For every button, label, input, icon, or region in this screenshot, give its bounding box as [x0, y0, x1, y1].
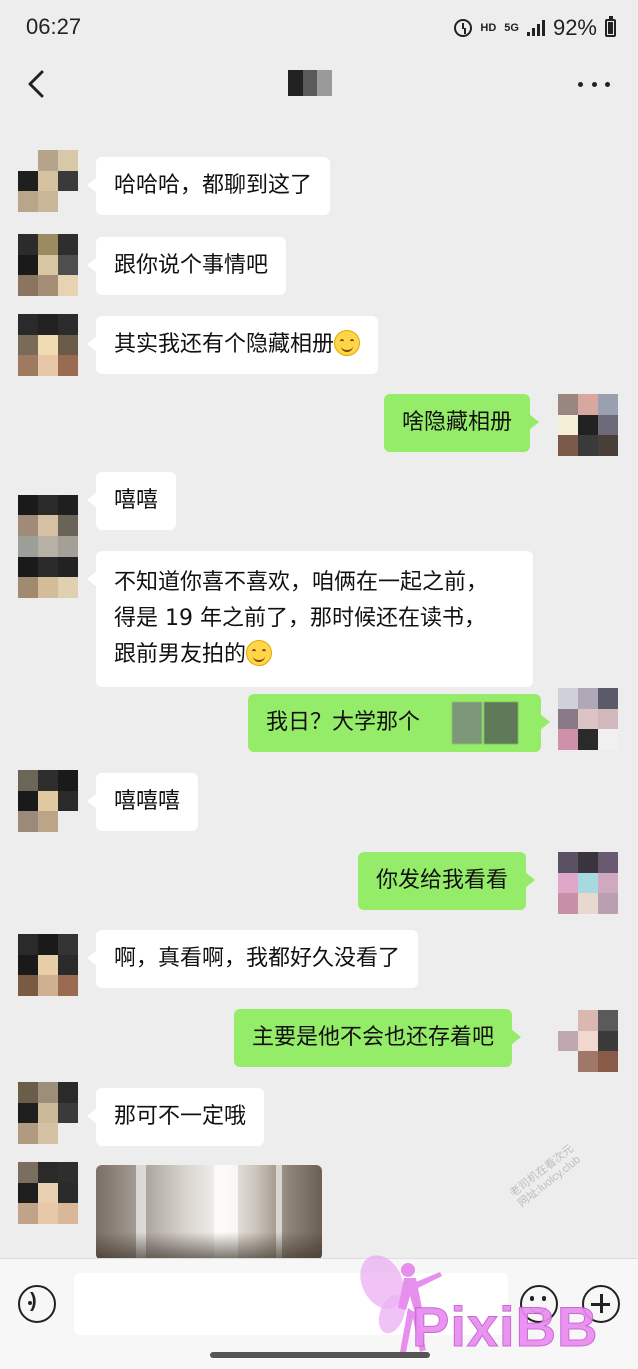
message-bubble[interactable]: 不知道你喜不喜欢，咱俩在一起之前， 得是 19 年之前了，那时候还在读书， 跟前… [87, 551, 533, 687]
message-text: 我日？大学那个 [266, 710, 421, 735]
contact-avatar[interactable] [18, 314, 78, 376]
status-bar: 06:27 HD 5G 92% [0, 0, 638, 56]
message-bubble[interactable]: 其实我还有个隐藏相册 [86, 316, 379, 374]
redacted-text [484, 702, 518, 744]
contact-avatar[interactable] [18, 234, 78, 296]
image-message[interactable] [96, 1165, 322, 1260]
hd-indicator: HD [480, 22, 497, 34]
contact-avatar[interactable] [18, 536, 78, 598]
message-bubble-sent[interactable]: 我日？大学那个 [248, 694, 550, 752]
voice-input-icon[interactable] [18, 1285, 56, 1323]
message-line: 跟前男友拍的 [114, 642, 247, 667]
signal-icon [526, 20, 545, 36]
more-options-icon[interactable] [578, 72, 610, 96]
message-bubble-sent[interactable]: 你发给我看看 [358, 852, 536, 910]
message-bubble[interactable]: 跟你说个事情吧 [86, 237, 287, 295]
my-avatar[interactable] [558, 688, 618, 750]
battery-percent: 92% [552, 15, 597, 40]
chat-header [0, 56, 638, 114]
redacted-text [452, 702, 482, 744]
logo-text: PixiBB [412, 1295, 599, 1359]
status-icons: HD 5G 92% [454, 14, 616, 42]
my-avatar[interactable] [558, 394, 618, 456]
contact-avatar[interactable] [18, 474, 78, 536]
my-avatar[interactable] [558, 852, 618, 914]
chat-title-redacted [288, 70, 333, 96]
message-text: 其实我还有个隐藏相册 [114, 332, 335, 357]
contact-avatar[interactable] [18, 1082, 78, 1144]
message-bubble[interactable]: 嘻嘻嘻 [86, 773, 199, 831]
contact-avatar[interactable] [18, 770, 78, 832]
status-time: 06:27 [26, 14, 82, 39]
battery-icon [605, 16, 616, 37]
message-bubble[interactable]: 那可不一定哦 [86, 1088, 265, 1146]
message-bubble[interactable]: 嘻嘻 [86, 472, 177, 530]
message-line: 不知道你喜不喜欢，咱俩在一起之前， [114, 570, 489, 595]
message-bubble[interactable]: 啊，真看啊，我都好久没看了 [86, 930, 419, 988]
message-line: 得是 19 年之前了，那时候还在读书， [114, 606, 486, 631]
alarm-icon [454, 19, 473, 37]
site-watermark: 老司机在看次元 网址:luolcy.club [508, 1142, 583, 1210]
message-bubble[interactable]: 哈哈哈，都聊到这了 [86, 157, 331, 215]
smile-emoji-icon [246, 640, 273, 666]
contact-avatar[interactable] [18, 1162, 78, 1224]
smile-emoji-icon [334, 330, 361, 356]
message-bubble-sent[interactable]: 啥隐藏相册 [384, 394, 540, 452]
5g-indicator: 5G [504, 22, 519, 34]
my-avatar[interactable] [558, 1010, 618, 1072]
contact-avatar[interactable] [18, 150, 78, 212]
back-arrow-icon[interactable] [24, 68, 56, 100]
message-bubble-sent[interactable]: 主要是他不会也还存着吧 [234, 1009, 522, 1067]
contact-avatar[interactable] [18, 934, 78, 996]
